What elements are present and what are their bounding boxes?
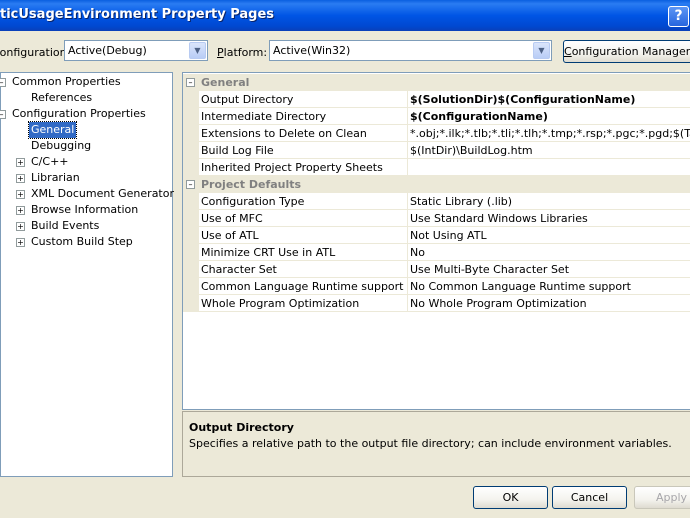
property-grid[interactable]: – General Output Directory $(SolutionDir… [182, 72, 690, 410]
property-value[interactable]: Not Using ATL [410, 229, 487, 242]
property-row-output-directory[interactable]: Output Directory $(SolutionDir)$(Configu… [183, 91, 690, 108]
property-row-use-of-atl[interactable]: Use of ATL Not Using ATL [183, 227, 690, 244]
tree-item-common-properties[interactable]: Common Properties [12, 74, 121, 90]
tree-item-browse-information[interactable]: Browse Information [31, 202, 138, 218]
property-value[interactable]: $(IntDir)\BuildLog.htm [410, 144, 533, 157]
tree-item-general[interactable]: General [27, 121, 78, 139]
property-row-clr-support[interactable]: Common Language Runtime support No Commo… [183, 278, 690, 295]
platform-value: Active(Win32) [273, 44, 351, 57]
expand-icon[interactable]: + [16, 190, 25, 199]
tree-item-xml-document-generator[interactable]: XML Document Generator [31, 186, 174, 202]
category-label: Project Defaults [201, 178, 302, 191]
expand-icon[interactable]: + [16, 206, 25, 215]
ok-button[interactable]: OK [473, 486, 548, 509]
property-value[interactable]: Use Multi-Byte Character Set [410, 263, 569, 276]
configuration-manager-button[interactable]: Configuration Manager... [563, 40, 690, 63]
tree-item-custom-build-step[interactable]: Custom Build Step [31, 234, 133, 250]
property-value[interactable]: No Whole Program Optimization [410, 297, 587, 310]
help-button[interactable]: ? [668, 6, 689, 27]
tree-item-references[interactable]: References [31, 90, 92, 106]
cancel-button[interactable]: Cancel [552, 486, 627, 509]
property-name: Common Language Runtime support [201, 280, 404, 293]
property-name: Inherited Project Property Sheets [201, 161, 383, 174]
property-value[interactable]: $(SolutionDir)$(ConfigurationName) [410, 93, 635, 106]
property-value[interactable]: *.obj;*.ilk;*.tlb;*.tli;*.tlh;*.tmp;*.rs… [410, 127, 690, 140]
tree-item-c-cpp[interactable]: C/C++ [31, 154, 69, 170]
platform-combo[interactable]: Active(Win32) ▼ [269, 40, 552, 61]
property-row-character-set[interactable]: Character Set Use Multi-Byte Character S… [183, 261, 690, 278]
property-name: Minimize CRT Use in ATL [201, 246, 336, 259]
expand-icon[interactable]: + [16, 238, 25, 247]
property-name: Output Directory [201, 93, 294, 106]
description-title: Output Directory [189, 421, 294, 434]
property-value[interactable]: Use Standard Windows Libraries [410, 212, 588, 225]
property-name: Extensions to Delete on Clean [201, 127, 367, 140]
expand-icon[interactable]: + [16, 174, 25, 183]
collapse-icon[interactable]: – [0, 78, 6, 87]
chevron-down-icon[interactable]: ▼ [533, 42, 550, 59]
property-value[interactable]: Static Library (.lib) [410, 195, 512, 208]
property-name: Whole Program Optimization [201, 297, 360, 310]
property-name: Configuration Type [201, 195, 305, 208]
tree-item-debugging[interactable]: Debugging [31, 138, 91, 154]
collapse-icon[interactable]: – [186, 78, 195, 87]
category-project-defaults[interactable]: – Project Defaults [183, 176, 690, 193]
property-row-whole-program-optimization[interactable]: Whole Program Optimization No Whole Prog… [183, 295, 690, 312]
description-text: Specifies a relative path to the output … [189, 437, 672, 450]
property-name: Build Log File [201, 144, 274, 157]
property-value[interactable]: No Common Language Runtime support [410, 280, 631, 293]
window-title: ticUsageEnvironment Property Pages [0, 7, 275, 22]
property-row-build-log-file[interactable]: Build Log File $(IntDir)\BuildLog.htm [183, 142, 690, 159]
configuration-combo[interactable]: Active(Debug) ▼ [64, 40, 208, 61]
category-label: General [201, 76, 250, 89]
property-name: Use of MFC [201, 212, 263, 225]
property-tree[interactable]: – Common Properties References – Configu… [0, 72, 174, 477]
configuration-label: Configuration: [0, 46, 71, 59]
expand-icon[interactable]: + [16, 222, 25, 231]
property-name: Character Set [201, 263, 277, 276]
property-name: Intermediate Directory [201, 110, 327, 123]
tree-item-configuration-properties[interactable]: Configuration Properties [12, 106, 146, 122]
chevron-down-icon[interactable]: ▼ [189, 42, 206, 59]
platform-label: Platform: [217, 46, 268, 59]
tree-item-build-events[interactable]: Build Events [31, 218, 99, 234]
property-value[interactable]: No [410, 246, 425, 259]
description-panel: Output Directory Specifies a relative pa… [182, 411, 690, 477]
property-row-minimize-crt-use[interactable]: Minimize CRT Use in ATL No [183, 244, 690, 261]
title-bar[interactable]: ticUsageEnvironment Property Pages ? [0, 0, 690, 31]
property-name: Use of ATL [201, 229, 259, 242]
property-row-intermediate-directory[interactable]: Intermediate Directory $(ConfigurationNa… [183, 108, 690, 125]
configuration-value: Active(Debug) [68, 44, 147, 57]
property-value[interactable]: $(ConfigurationName) [410, 110, 548, 123]
tree-item-librarian[interactable]: Librarian [31, 170, 80, 186]
property-row-inherited-property-sheets[interactable]: Inherited Project Property Sheets [183, 159, 690, 176]
property-row-use-of-mfc[interactable]: Use of MFC Use Standard Windows Librarie… [183, 210, 690, 227]
collapse-icon[interactable]: – [0, 110, 6, 119]
property-row-configuration-type[interactable]: Configuration Type Static Library (.lib) [183, 193, 690, 210]
property-row-extensions-to-delete[interactable]: Extensions to Delete on Clean *.obj;*.il… [183, 125, 690, 142]
expand-icon[interactable]: + [16, 158, 25, 167]
category-general[interactable]: – General [183, 74, 690, 91]
apply-button[interactable]: Apply [634, 486, 690, 509]
collapse-icon[interactable]: – [186, 180, 195, 189]
